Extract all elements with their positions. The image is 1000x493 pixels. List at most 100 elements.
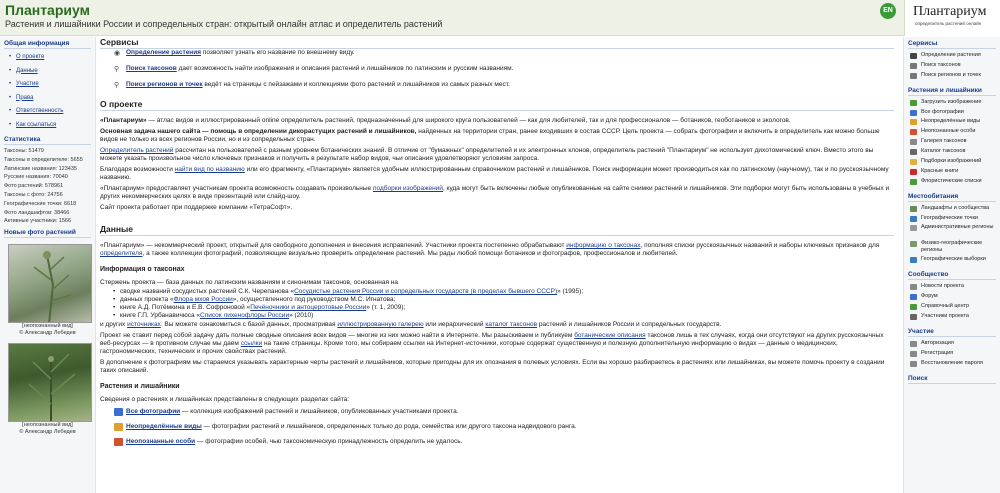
general-info-list: О проекте Данные Участие Права Ответстве… [4,51,91,132]
plants-heading: Растения и лишайники [100,383,180,390]
right-geo-points[interactable]: Географические точки [908,214,996,224]
about-paragraph: Сайт проекта работает при поддержке комп… [100,204,293,211]
site-title[interactable]: Плантариум [5,2,90,18]
photo-icon [910,109,917,116]
right-geo-selections[interactable]: Географические выборки [908,255,996,265]
stat-active-users: Активные участники: 1566 [4,218,72,225]
stat-geo-points: Географические точки: 6618 [4,200,77,207]
right-news[interactable]: Новости проекта [908,282,996,292]
right-sidebar: Сервисы Определение растения Поиск таксо… [903,37,1000,493]
right-admin-regions[interactable]: Административные регионы [908,223,996,239]
main-content: Сервисы ◉ Определение растения позволяет… [100,37,900,493]
right-members[interactable]: Участники проекта [908,312,996,322]
right-taxa-gallery[interactable]: Галерея таксонов [908,137,996,147]
taxa-info-heading: Информация о таксонах [100,266,185,273]
new-photo-thumbnail[interactable] [8,343,92,423]
users-icon [910,314,917,321]
right-red-books[interactable]: Красные книги [908,167,996,177]
service-regions-search-link[interactable]: Поиск регионов и точек [126,81,203,88]
right-image-sets[interactable]: Подборки изображений [908,157,996,167]
search-icon: ⚲ [114,82,120,89]
globe-icon [910,257,917,264]
nav-rights[interactable]: Права [4,92,91,106]
unidentified-specimens-link[interactable]: Неопознанные особи [126,438,195,445]
right-plants-heading: Растения и лишайники [908,87,996,96]
service-identification-link[interactable]: Определение растения [126,49,201,56]
about-paragraph: «Плантариум» — атлас видов и иллюстриров… [100,117,791,124]
right-undetermined-species[interactable]: Неопределённые виды [908,117,996,127]
nav-data[interactable]: Данные [4,65,91,79]
right-landscapes[interactable]: Ландшафты и сообщества [908,204,996,214]
sources-list: сводке названий сосудистых растений С.К.… [100,288,894,320]
sources-link[interactable]: источниках [127,321,161,328]
descriptions-link[interactable]: ботанические описания [574,332,645,339]
statistics-heading: Статистика [4,136,91,145]
source-link[interactable]: Флора мхов России [174,296,233,303]
all-photos-link[interactable]: Все фотографии [126,408,180,415]
taxa-catalog-link[interactable]: каталог таксонов [485,321,537,328]
folder-icon [910,159,917,166]
category-undetermined: Неопределённые виды — фотографии растени… [100,423,894,438]
key-link[interactable]: определителя [100,250,142,257]
right-register[interactable]: Регистрация [908,349,996,359]
service-taxa-search: ⚲ Поиск таксонов дает возможность найти … [100,65,894,81]
question-icon [910,129,917,136]
right-service-taxa-search[interactable]: Поиск таксонов [908,61,996,71]
taxa-paragraph: и других источниках. Вы можете ознакомит… [100,321,722,328]
taxa-info-link[interactable]: информацию о таксонах [566,242,640,249]
site-header: Плантариум Растения и лишайники России и… [0,0,1000,36]
search-icon [910,62,917,69]
language-switch-button[interactable]: EN [880,3,896,19]
services-heading: Сервисы [100,37,894,49]
source-item: данных проекта «Флора мхов России», осущ… [100,296,894,304]
links-link[interactable]: ссылки [241,340,262,347]
right-login[interactable]: Авторизация [908,339,996,349]
pencil-icon [910,350,917,357]
logo-text: Плантариум [913,4,987,19]
category-all-photos: Все фотографии — коллекция изображений р… [100,408,894,423]
right-community-heading: Сообщество [908,271,996,281]
right-floristic-lists[interactable]: Флористические списки [908,177,996,187]
plant-key-link[interactable]: Определитель растений [100,147,173,154]
map-icon [910,225,917,232]
image-sets-link[interactable]: подборки изображений [373,185,443,192]
gallery-link[interactable]: иллюстрированную галерею [337,321,423,328]
right-forum[interactable]: Форум [908,292,996,302]
right-service-identification[interactable]: Определение растения [908,51,996,61]
right-all-photos[interactable]: Все фотографии [908,108,996,118]
new-photos-heading[interactable]: Новые фото растений [4,229,91,239]
site-subtitle: Растения и лишайники России и сопредельн… [5,19,443,29]
right-help-center[interactable]: Справочный центр [908,302,996,312]
stat-taxa-with-photos: Таксоны с фото: 24756 [4,191,63,198]
right-physgeo-regions[interactable]: Физико-географические регионы [908,239,996,255]
service-taxa-search-link[interactable]: Поиск таксонов [126,65,177,72]
nav-about[interactable]: О проекте [4,51,91,65]
nav-responsibility[interactable]: Ответственность [4,105,91,119]
service-identification: ◉ Определение растения позволяет узнать … [100,49,894,65]
right-upload-image[interactable]: Загрузить изображение [908,98,996,108]
binoculars-icon [910,53,917,59]
nav-how-to-cite[interactable]: Как ссылаться [4,119,91,133]
nav-participation[interactable]: Участие [4,78,91,92]
service-description: ведёт на страницы с пейзажами и коллекци… [202,81,510,88]
undetermined-species-link[interactable]: Неопределённые виды [126,423,202,430]
right-password-recovery[interactable]: Восстановление пароля [908,359,996,369]
service-description: позволяет узнать его название по внешнем… [201,49,355,56]
right-taxa-catalog[interactable]: Каталог таксонов [908,147,996,157]
data-paragraph: «Плантариум» — некоммерческий проект, от… [100,242,880,257]
right-unidentified-specimens[interactable]: Неопознанные особи [908,127,996,137]
lock-icon [910,340,917,347]
taxa-paragraph: Проект не ставит перед собой задачу дать… [100,332,884,355]
source-link[interactable]: Список лихенофлоры России [200,312,289,319]
source-link[interactable]: Сосудистые растения России и сопредельны… [294,288,557,295]
new-photo-thumbnail[interactable] [8,244,92,324]
right-service-regions-search[interactable]: Поиск регионов и точек [908,71,996,81]
news-icon [910,284,917,291]
source-link[interactable]: Печёночники и антоцеротовые России [250,304,366,311]
about-paragraph: Определитель растений рассчитан на польз… [100,147,874,162]
source-item: книге Г.П. Урбанавичюса «Список лихенофл… [100,312,894,320]
find-by-name-link[interactable]: найти вид по названию [175,166,245,173]
upload-icon [910,99,917,106]
site-logo[interactable]: Плантариум определитель растений онлайн [904,0,1000,36]
taxa-paragraph: Стержень проекта — база данных по латинс… [100,279,398,286]
